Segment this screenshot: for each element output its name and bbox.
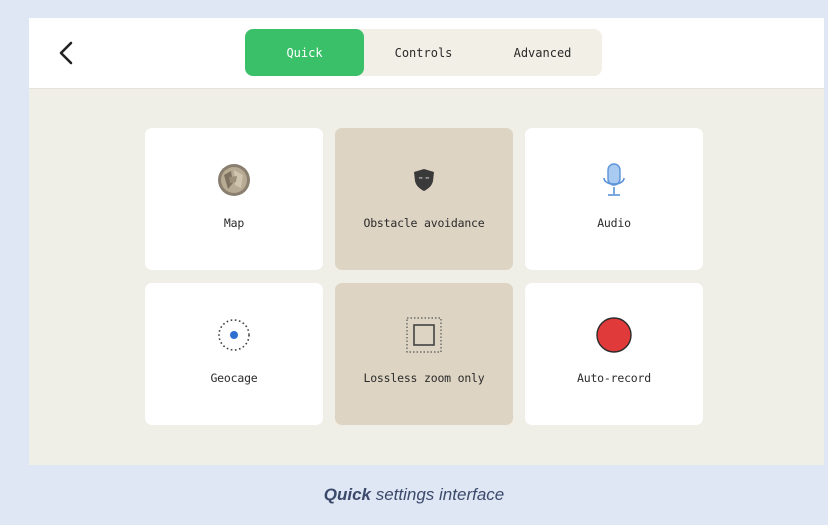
record-icon xyxy=(594,315,634,355)
shield-icon xyxy=(404,160,444,200)
tab-advanced[interactable]: Advanced xyxy=(483,29,602,76)
caption-bold: Quick xyxy=(323,485,371,504)
tile-label: Geocage xyxy=(210,371,258,385)
tile-label: Obstacle avoidance xyxy=(363,216,485,230)
tile-label: Lossless zoom only xyxy=(363,371,485,385)
settings-screen: Quick Controls Advanced Map Obstacle avo… xyxy=(29,18,824,465)
tile-label: Audio xyxy=(597,216,631,230)
figure-caption: Quick settings interface xyxy=(0,485,828,505)
tab-quick[interactable]: Quick xyxy=(245,29,364,76)
microphone-icon xyxy=(594,160,634,200)
geocage-icon xyxy=(214,315,254,355)
caption-text: settings interface xyxy=(371,485,505,504)
chevron-left-icon xyxy=(59,41,73,65)
tile-lossless-zoom[interactable]: Lossless zoom only xyxy=(335,283,513,425)
settings-tabs: Quick Controls Advanced xyxy=(245,29,602,76)
tile-audio[interactable]: Audio xyxy=(525,128,703,270)
map-icon xyxy=(214,160,254,200)
tile-label: Map xyxy=(223,216,245,230)
zoom-frame-icon xyxy=(404,315,444,355)
tab-controls[interactable]: Controls xyxy=(364,29,483,76)
tile-label: Auto-record xyxy=(577,371,651,385)
tile-geocage[interactable]: Geocage xyxy=(145,283,323,425)
tile-obstacle-avoidance[interactable]: Obstacle avoidance xyxy=(335,128,513,270)
tile-auto-record[interactable]: Auto-record xyxy=(525,283,703,425)
tile-map[interactable]: Map xyxy=(145,128,323,270)
top-bar: Quick Controls Advanced xyxy=(29,18,824,89)
back-button[interactable] xyxy=(53,38,79,68)
quick-settings-grid: Map Obstacle avoidance Audio Geocage Los… xyxy=(145,128,705,425)
